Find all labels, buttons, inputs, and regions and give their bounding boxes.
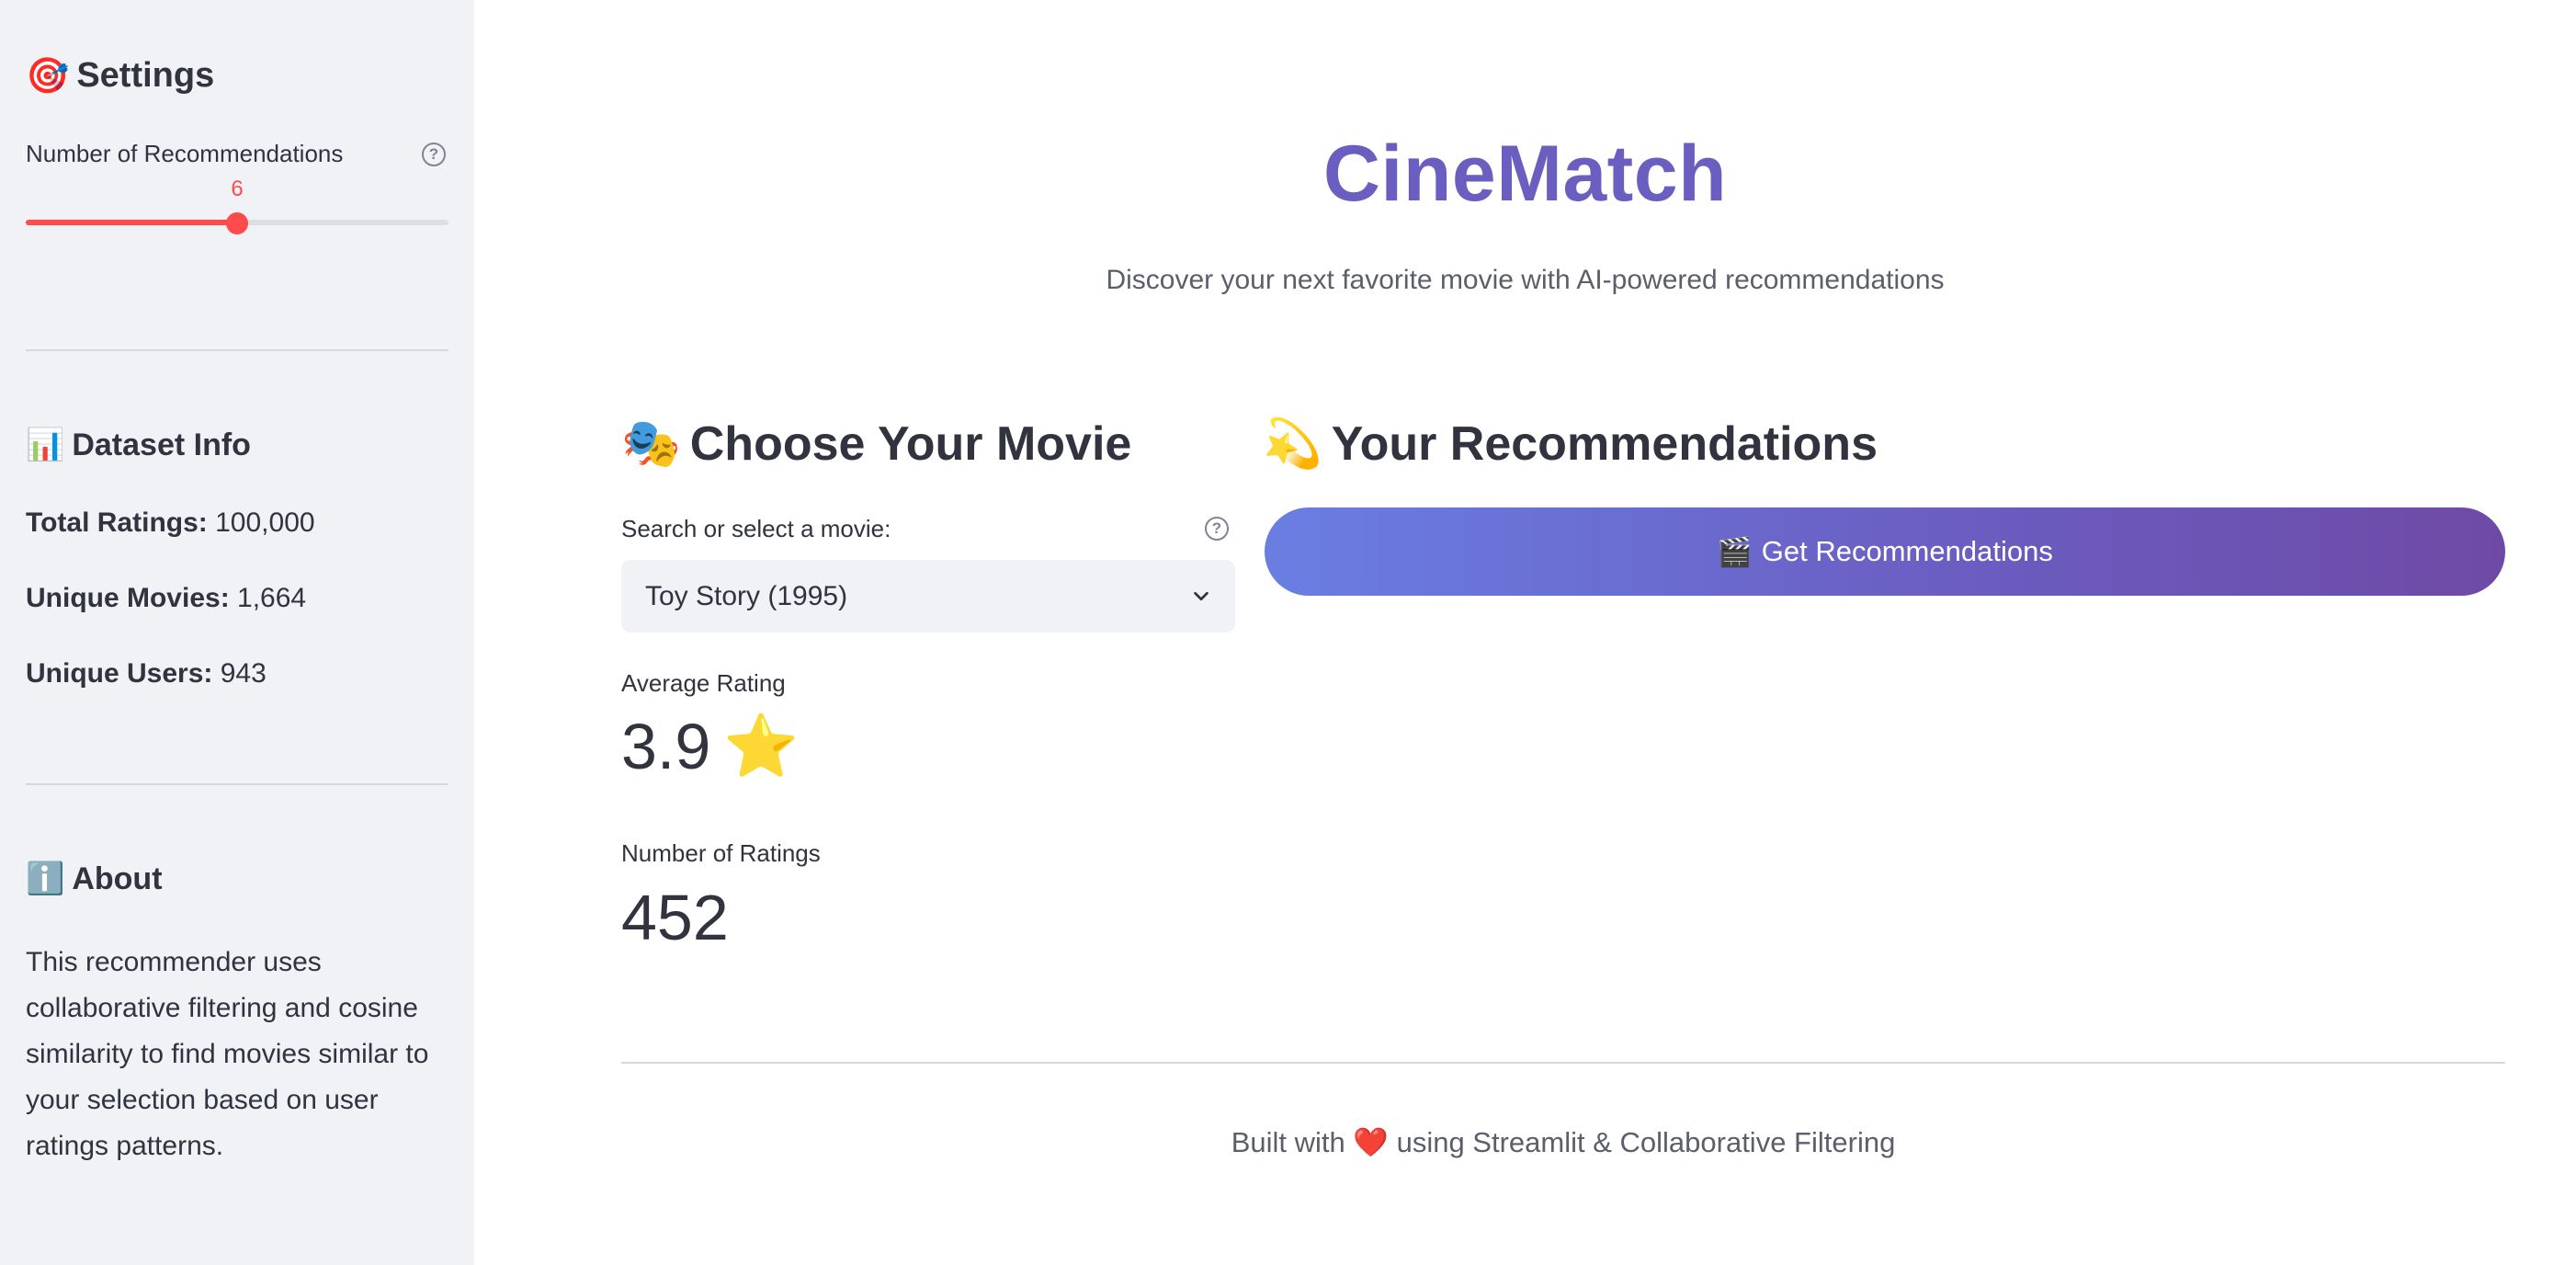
unique-movies-value: 1,664 — [229, 583, 307, 613]
unique-users-value: 943 — [212, 658, 267, 689]
footer-suffix: using Streamlit & Collaborative Filterin… — [1388, 1126, 1896, 1158]
number-of-ratings-label: Number of Ratings — [621, 839, 821, 867]
recommendations-title: Your Recommendations — [1331, 416, 1878, 471]
get-recommendations-label: Get Recommendations — [1761, 535, 2053, 567]
heart-icon: ❤️ — [1353, 1126, 1389, 1159]
sidebar-divider — [26, 349, 448, 351]
number-of-ratings-value: 452 — [621, 882, 729, 953]
about-text: This recommender uses collaborative filt… — [26, 947, 429, 1161]
dart-target-icon: 🎯 — [26, 55, 70, 96]
help-icon[interactable]: ? — [1205, 517, 1229, 541]
app-title: CineMatch — [1322, 130, 1728, 218]
unique-movies-label: Unique Movies: — [26, 583, 230, 613]
average-rating-label: Average Rating — [621, 669, 786, 697]
choose-movie-title: Choose Your Movie — [689, 416, 1132, 471]
slider-value: 6 — [231, 177, 244, 201]
dizzy-icon: 💫 — [1263, 416, 1322, 472]
total-ratings-stat: Total Ratings: 100,000 — [26, 507, 315, 539]
movie-select-value: Toy Story (1995) — [645, 580, 848, 611]
main-content: CineMatch Discover your next favorite mo… — [474, 0, 2576, 1265]
settings-heading: 🎯 Settings — [26, 55, 214, 97]
sidebar: 🎯 Settings Number of Recommendations ? 6… — [0, 0, 474, 1265]
recommendations-heading: 💫 Your Recommendations — [1263, 416, 1878, 472]
movie-select-label: Search or select a movie: — [621, 515, 891, 542]
total-ratings-label: Total Ratings: — [26, 507, 208, 538]
footer: Built with ❤️ using Streamlit & Collabor… — [621, 1125, 2505, 1159]
star-icon: ⭐ — [723, 711, 800, 781]
about-title: About — [72, 860, 163, 896]
number-of-ratings-metric: 452 — [621, 881, 729, 954]
app-subtitle: Discover your next favorite movie with A… — [1106, 265, 1945, 295]
average-rating-metric: 3.9 ⭐ — [621, 710, 800, 783]
recommendations-slider[interactable] — [26, 212, 448, 234]
chevron-down-icon — [1194, 591, 1209, 600]
get-recommendations-button[interactable]: 🎬 Get Recommendations — [1265, 507, 2505, 596]
slider-fill — [26, 220, 237, 225]
help-icon[interactable]: ? — [422, 142, 446, 166]
movie-select[interactable]: Toy Story (1995) — [621, 560, 1235, 632]
total-ratings-value: 100,000 — [207, 507, 315, 538]
unique-movies-stat: Unique Movies: 1,664 — [26, 583, 306, 614]
slider-label: Number of Recommendations — [26, 140, 344, 167]
clapper-board-icon: 🎬 — [1717, 535, 1753, 569]
about-heading: ℹ️ About — [26, 860, 163, 897]
dataset-info-heading: 📊 Dataset Info — [26, 427, 251, 463]
unique-users-label: Unique Users: — [26, 658, 213, 689]
average-rating-value: 3.9 — [621, 711, 711, 782]
footer-divider — [621, 1062, 2505, 1064]
unique-users-stat: Unique Users: 943 — [26, 658, 267, 689]
settings-title: Settings — [76, 56, 215, 95]
dataset-info-title: Dataset Info — [72, 427, 251, 462]
bar-chart-icon: 📊 — [26, 427, 65, 463]
footer-prefix: Built with — [1231, 1126, 1354, 1158]
info-icon: ℹ️ — [26, 860, 65, 897]
choose-movie-heading: 🎭 Choose Your Movie — [621, 416, 1131, 472]
theater-masks-icon: 🎭 — [621, 416, 681, 472]
slider-thumb[interactable] — [226, 212, 248, 234]
sidebar-divider — [26, 783, 448, 785]
